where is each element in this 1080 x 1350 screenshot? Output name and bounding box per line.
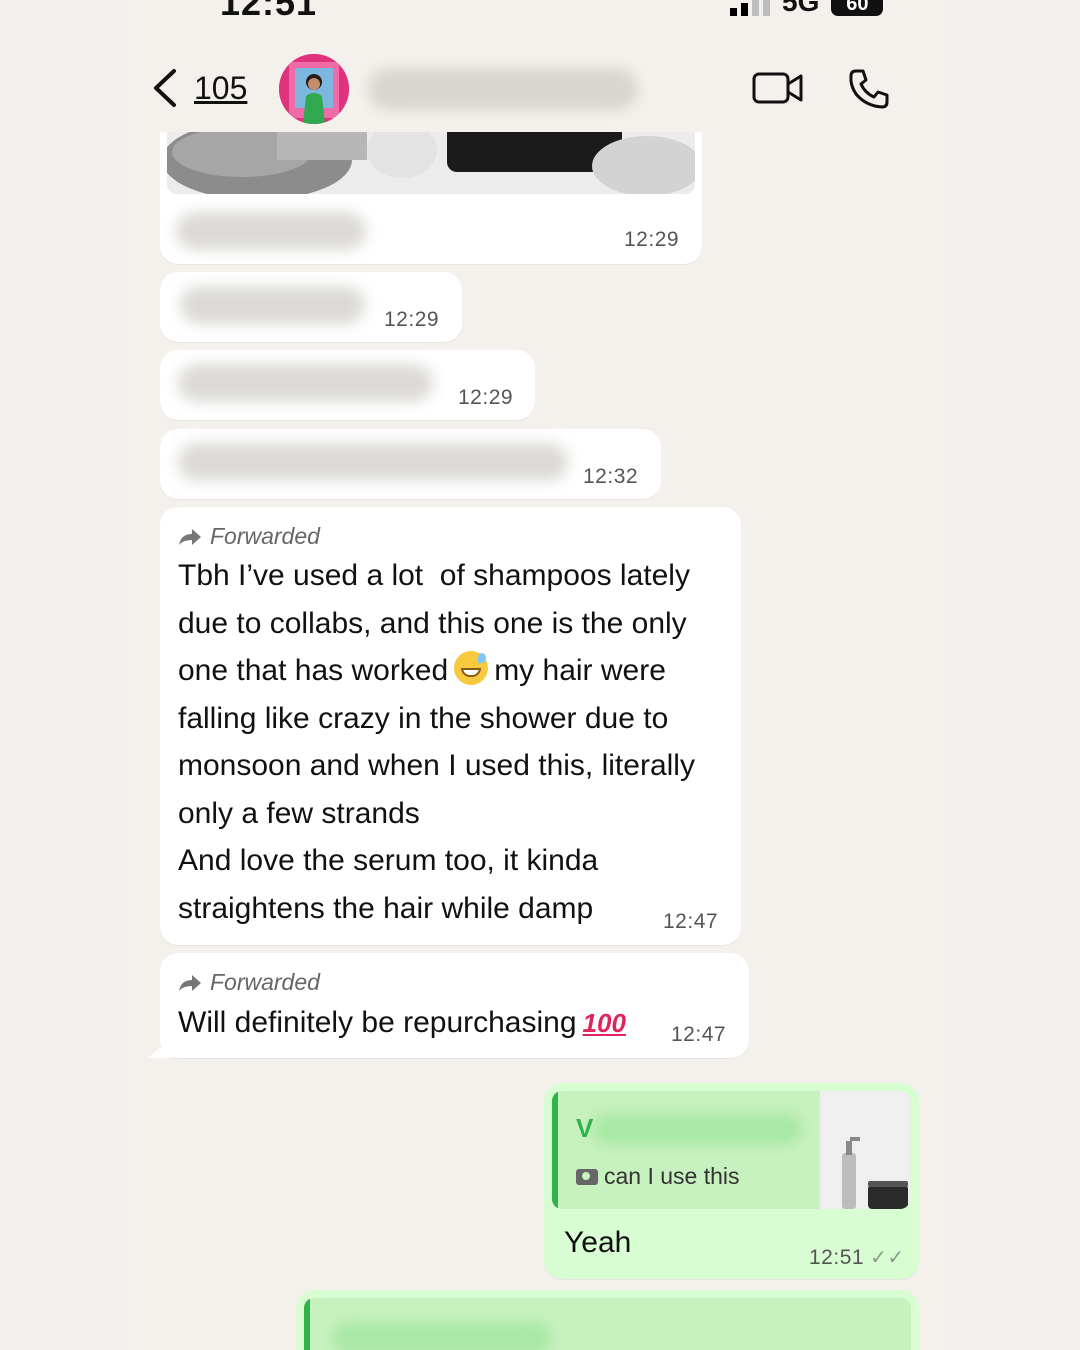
quoted-message[interactable]: V can I use this bbox=[552, 1091, 910, 1209]
grinning-sweat-emoji bbox=[454, 651, 489, 685]
battery-icon: 60 bbox=[831, 0, 884, 16]
message-time: 12:51 ✓✓ bbox=[809, 1246, 905, 1269]
status-indicators: 5G 60 bbox=[730, 0, 884, 17]
status-time: 12:51 bbox=[220, 0, 318, 23]
chat-screen: 12:51 5G 60 105 12:29 12:29 12:29 12:32 … bbox=[130, 0, 948, 1350]
chat-header: 105 bbox=[130, 40, 948, 132]
message-time: 12:47 bbox=[663, 910, 719, 933]
message-time: 12:29 bbox=[384, 308, 440, 331]
contact-name[interactable] bbox=[368, 68, 638, 110]
network-label: 5G bbox=[782, 0, 820, 17]
forward-arrow-icon bbox=[179, 528, 201, 545]
chevron-left-icon[interactable] bbox=[150, 68, 180, 108]
message-time: 12:29 bbox=[624, 228, 680, 251]
message-text: Yeah bbox=[564, 1226, 632, 1259]
double-check-icon: ✓✓ bbox=[870, 1247, 905, 1269]
quoted-message[interactable] bbox=[304, 1298, 911, 1350]
video-camera-icon[interactable] bbox=[752, 70, 804, 106]
message-text: Tbh I’ve used a lot of shampoos lately d… bbox=[178, 559, 695, 925]
message-bubble[interactable]: 12:32 bbox=[160, 429, 661, 499]
phone-icon[interactable] bbox=[848, 68, 890, 110]
message-time: 12:47 bbox=[671, 1023, 727, 1046]
message-bubble[interactable]: 12:29 bbox=[160, 350, 535, 420]
forwarded-label: Forwarded bbox=[178, 523, 320, 550]
quote-thumbnail bbox=[820, 1091, 910, 1209]
forwarded-message-bubble[interactable]: Forwarded Tbh I’ve used a lot of shampoo… bbox=[160, 507, 741, 945]
forward-arrow-icon bbox=[179, 974, 201, 991]
outgoing-message-bubble[interactable] bbox=[296, 1290, 919, 1350]
signal-icon bbox=[730, 0, 770, 16]
camera-icon bbox=[576, 1168, 598, 1185]
forwarded-message-bubble[interactable]: Forwarded Will definitely be repurchasin… bbox=[148, 953, 749, 1058]
avatar[interactable] bbox=[279, 54, 349, 124]
outgoing-reply-bubble[interactable]: V can I use this Yeah 12:51 ✓✓ bbox=[544, 1083, 919, 1279]
hundred-points-emoji: 100 bbox=[582, 1008, 626, 1038]
quote-author-initial: V bbox=[576, 1113, 594, 1143]
forwarded-label: Forwarded bbox=[178, 969, 320, 996]
message-bubble[interactable]: 12:29 bbox=[160, 272, 462, 342]
message-time: 12:32 bbox=[583, 465, 639, 488]
unread-count[interactable]: 105 bbox=[194, 70, 247, 107]
quote-preview: can I use this bbox=[576, 1163, 740, 1190]
message-time: 12:29 bbox=[458, 386, 514, 409]
message-text: Will definitely be repurchasing 100 bbox=[178, 1006, 626, 1039]
